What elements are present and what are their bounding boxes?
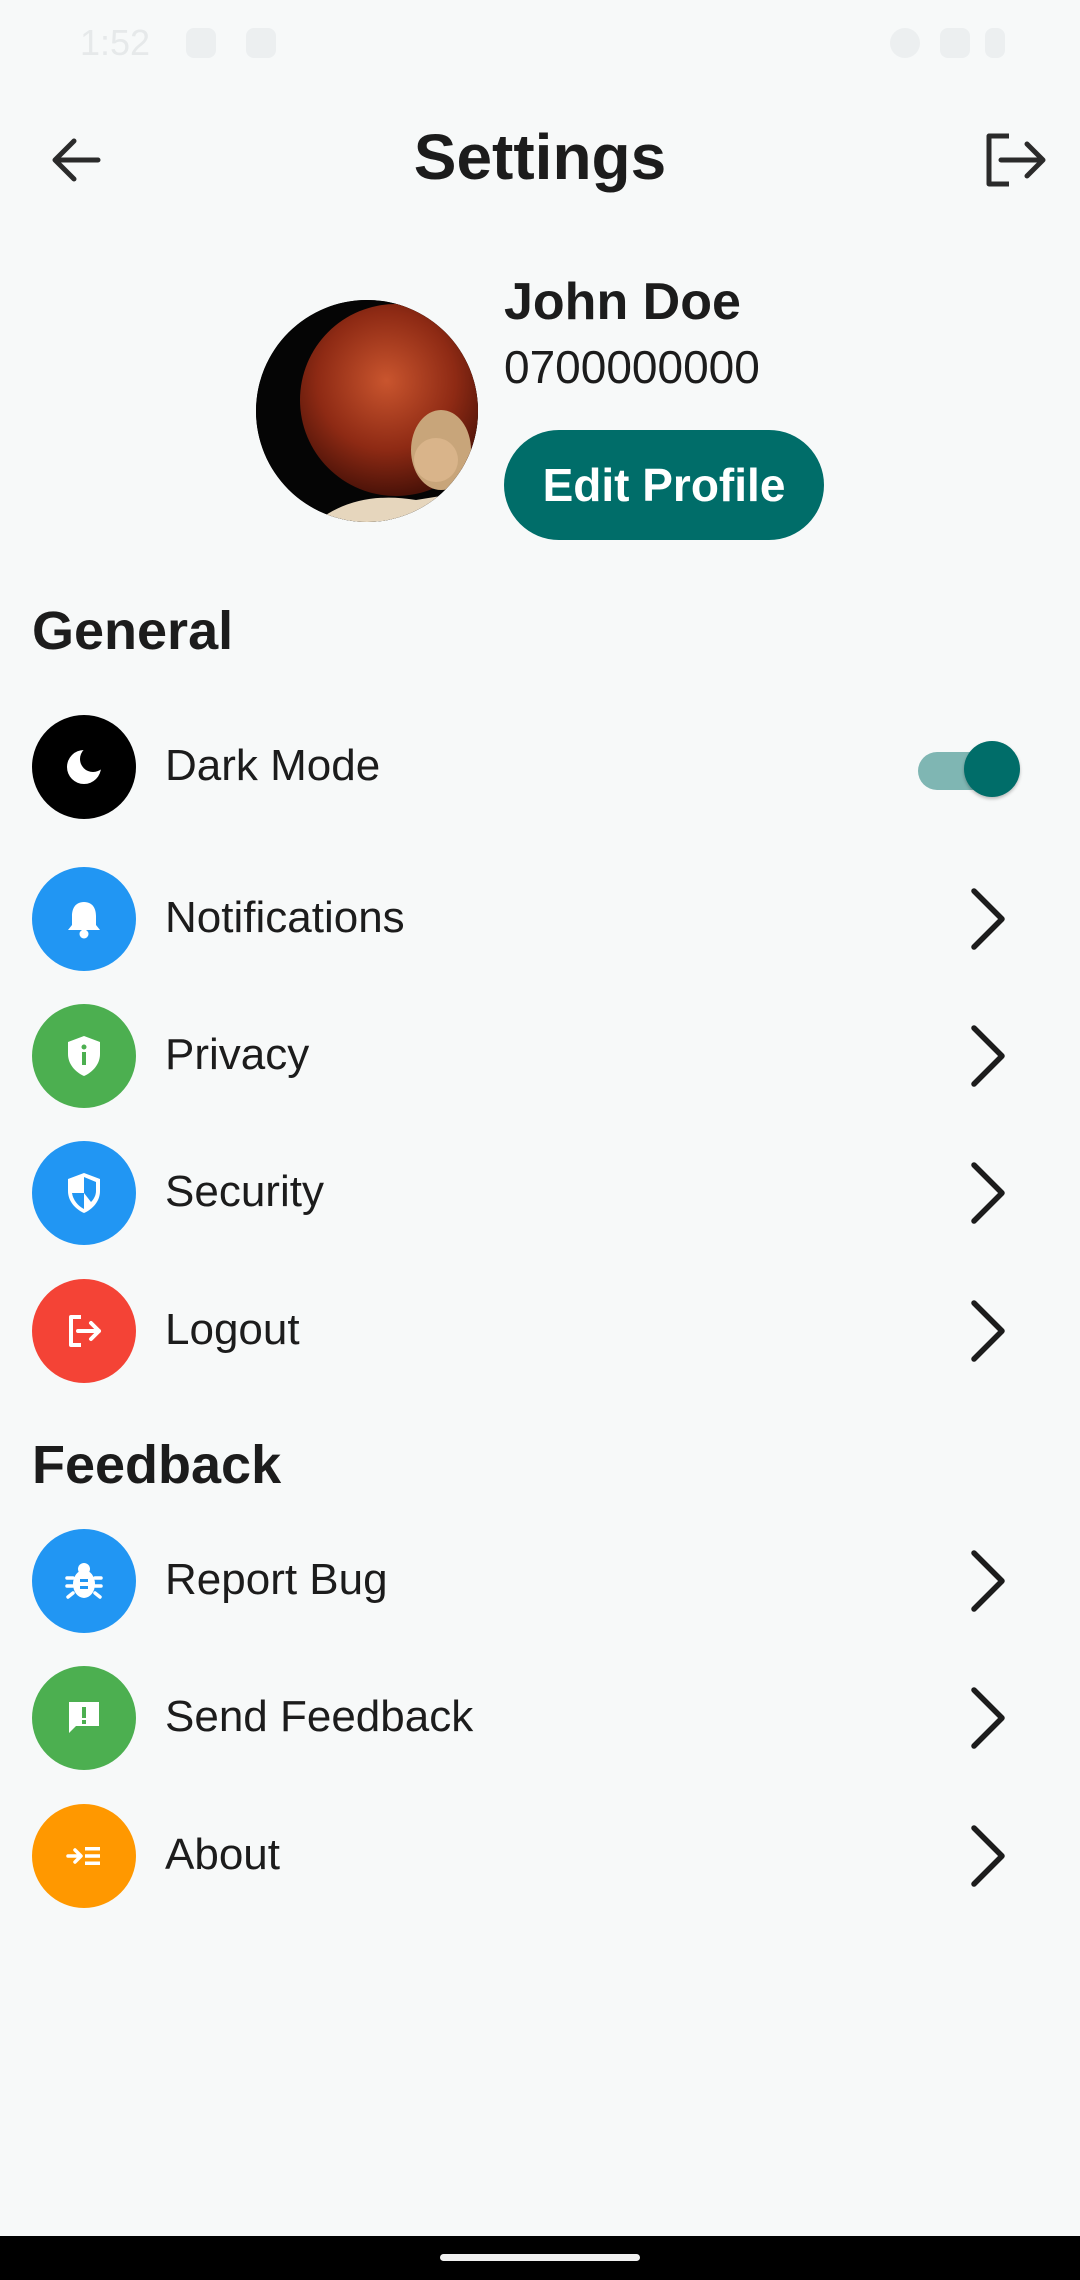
logout-button[interactable] bbox=[975, 124, 1055, 196]
chevron-right-icon bbox=[971, 1300, 1005, 1362]
avatar[interactable] bbox=[256, 300, 478, 522]
system-nav-bar bbox=[0, 2236, 1080, 2280]
status-time: 1:52 bbox=[80, 22, 151, 63]
edit-profile-button[interactable]: Edit Profile bbox=[504, 430, 824, 540]
chevron-right-icon bbox=[971, 1687, 1005, 1749]
shield-info-icon bbox=[32, 1004, 136, 1108]
signal-icon bbox=[940, 28, 970, 58]
chevron-right-icon bbox=[971, 1550, 1005, 1612]
app-notification-icon bbox=[246, 28, 276, 58]
settings-item-report-bug[interactable]: Report Bug bbox=[0, 1521, 1080, 1641]
wifi-icon bbox=[890, 28, 920, 58]
security-shield-icon bbox=[32, 1141, 136, 1245]
settings-item-about[interactable]: About bbox=[0, 1796, 1080, 1916]
home-gesture-handle[interactable] bbox=[440, 2254, 640, 2261]
settings-item-label: Logout bbox=[165, 1305, 300, 1354]
dark-mode-toggle[interactable] bbox=[918, 737, 1020, 799]
settings-item-label: Report Bug bbox=[165, 1555, 388, 1604]
settings-item-security[interactable]: Security bbox=[0, 1133, 1080, 1253]
profile-header: John Doe 0700000000 Edit Profile bbox=[256, 260, 876, 550]
settings-item-privacy[interactable]: Privacy bbox=[0, 996, 1080, 1116]
bug-icon bbox=[32, 1529, 136, 1633]
settings-item-label: Send Feedback bbox=[165, 1692, 474, 1741]
page-title: Settings bbox=[413, 121, 667, 193]
profile-name: John Doe bbox=[504, 273, 741, 331]
settings-item-notifications[interactable]: Notifications bbox=[0, 859, 1080, 979]
section-title-feedback: Feedback bbox=[32, 1435, 282, 1495]
moon-icon bbox=[32, 715, 136, 819]
chat-notification-icon bbox=[186, 28, 216, 58]
chevron-right-icon bbox=[971, 888, 1005, 950]
settings-item-label: Notifications bbox=[165, 893, 405, 942]
settings-item-label: About bbox=[165, 1830, 280, 1879]
chevron-right-icon bbox=[971, 1825, 1005, 1887]
chevron-right-icon bbox=[971, 1025, 1005, 1087]
chevron-right-icon bbox=[971, 1162, 1005, 1224]
settings-item-label: Security bbox=[165, 1167, 324, 1216]
exit-icon bbox=[986, 133, 1046, 187]
bell-icon bbox=[32, 867, 136, 971]
settings-item-logout[interactable]: Logout bbox=[0, 1271, 1080, 1391]
about-icon bbox=[32, 1804, 136, 1908]
app-bar: Settings bbox=[0, 100, 1080, 220]
profile-phone: 0700000000 bbox=[504, 341, 760, 393]
settings-item-label: Privacy bbox=[165, 1030, 310, 1079]
settings-item-send-feedback[interactable]: Send Feedback bbox=[0, 1658, 1080, 1778]
settings-item-label: Dark Mode bbox=[165, 741, 381, 790]
status-bar: 1:52 bbox=[0, 0, 1080, 84]
logout-icon bbox=[32, 1279, 136, 1383]
feedback-icon bbox=[32, 1666, 136, 1770]
section-title-general: General bbox=[32, 601, 234, 661]
settings-item-dark-mode[interactable]: Dark Mode bbox=[0, 707, 1080, 827]
battery-icon bbox=[985, 28, 1005, 58]
